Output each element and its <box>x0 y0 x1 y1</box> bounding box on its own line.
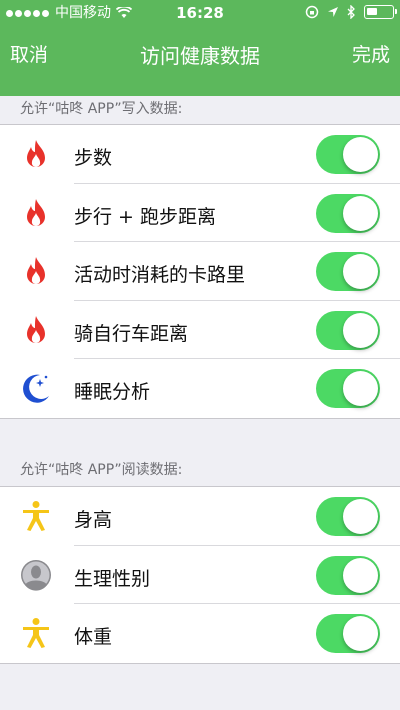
permission-row-active-calories: 活动时消耗的卡路里 <box>0 242 400 301</box>
weight-toggle[interactable] <box>316 614 380 653</box>
page-title: 访问健康数据 <box>140 44 260 68</box>
permission-label: 生理性别 <box>74 567 151 590</box>
height-toggle[interactable] <box>316 497 380 536</box>
permission-row-weight: 体重 <box>0 604 400 663</box>
done-button[interactable]: 完成 <box>352 40 390 67</box>
steps-toggle[interactable] <box>316 135 380 174</box>
status-bar: 中国移动 16:28 <box>0 0 400 26</box>
permission-label: 体重 <box>74 626 113 648</box>
permission-row-steps: 步数 <box>0 125 400 184</box>
read-permissions-list: 身高 生理性别 体重 <box>0 486 400 664</box>
permission-label: 活动时消耗的卡路里 <box>74 264 246 286</box>
moon-icon <box>23 374 49 403</box>
permission-label: 步行 + 跑步距离 <box>74 205 216 228</box>
permission-row-height: 身高 <box>0 487 400 546</box>
profile-icon <box>21 559 51 591</box>
battery-icon <box>364 5 397 19</box>
sleep-analysis-toggle[interactable] <box>316 369 380 408</box>
person-icon <box>23 618 49 648</box>
permission-label: 骑自行车距离 <box>74 322 189 345</box>
permission-row-walk-run-distance: 步行 + 跑步距离 <box>0 184 400 242</box>
flame-icon <box>27 315 45 343</box>
top-bar: 中国移动 16:28 取消 访问健康数据 完成 <box>0 0 400 96</box>
read-section-header: 允许“咕咚 APP”阅读数据: <box>20 462 183 478</box>
rotation-lock-icon <box>305 5 319 19</box>
permission-row-biological-sex: 生理性别 <box>0 546 400 604</box>
write-section-header: 允许“咕咚 APP”写入数据: <box>20 101 183 117</box>
permission-label: 睡眠分析 <box>74 381 151 403</box>
permission-row-cycling-distance: 骑自行车距离 <box>0 301 400 359</box>
permission-row-sleep-analysis: 睡眠分析 <box>0 359 400 418</box>
active-calories-toggle[interactable] <box>316 252 380 291</box>
cycling-distance-toggle[interactable] <box>316 310 380 350</box>
location-arrow-icon <box>328 7 338 17</box>
write-permissions-list: 步数 步行 + 跑步距离 活动时消耗的卡路里 骑自行车距离 睡眠分析 <box>0 124 400 419</box>
flame-icon <box>27 257 45 285</box>
person-icon <box>23 501 49 531</box>
navigation-bar: 取消 访问健康数据 完成 <box>0 26 400 78</box>
bluetooth-icon <box>347 5 355 19</box>
walk-run-distance-toggle[interactable] <box>316 193 380 233</box>
biological-sex-toggle[interactable] <box>316 555 380 595</box>
flame-icon <box>27 140 45 168</box>
permission-label: 身高 <box>74 509 113 531</box>
flame-icon <box>27 198 45 226</box>
permission-label: 步数 <box>74 147 113 169</box>
